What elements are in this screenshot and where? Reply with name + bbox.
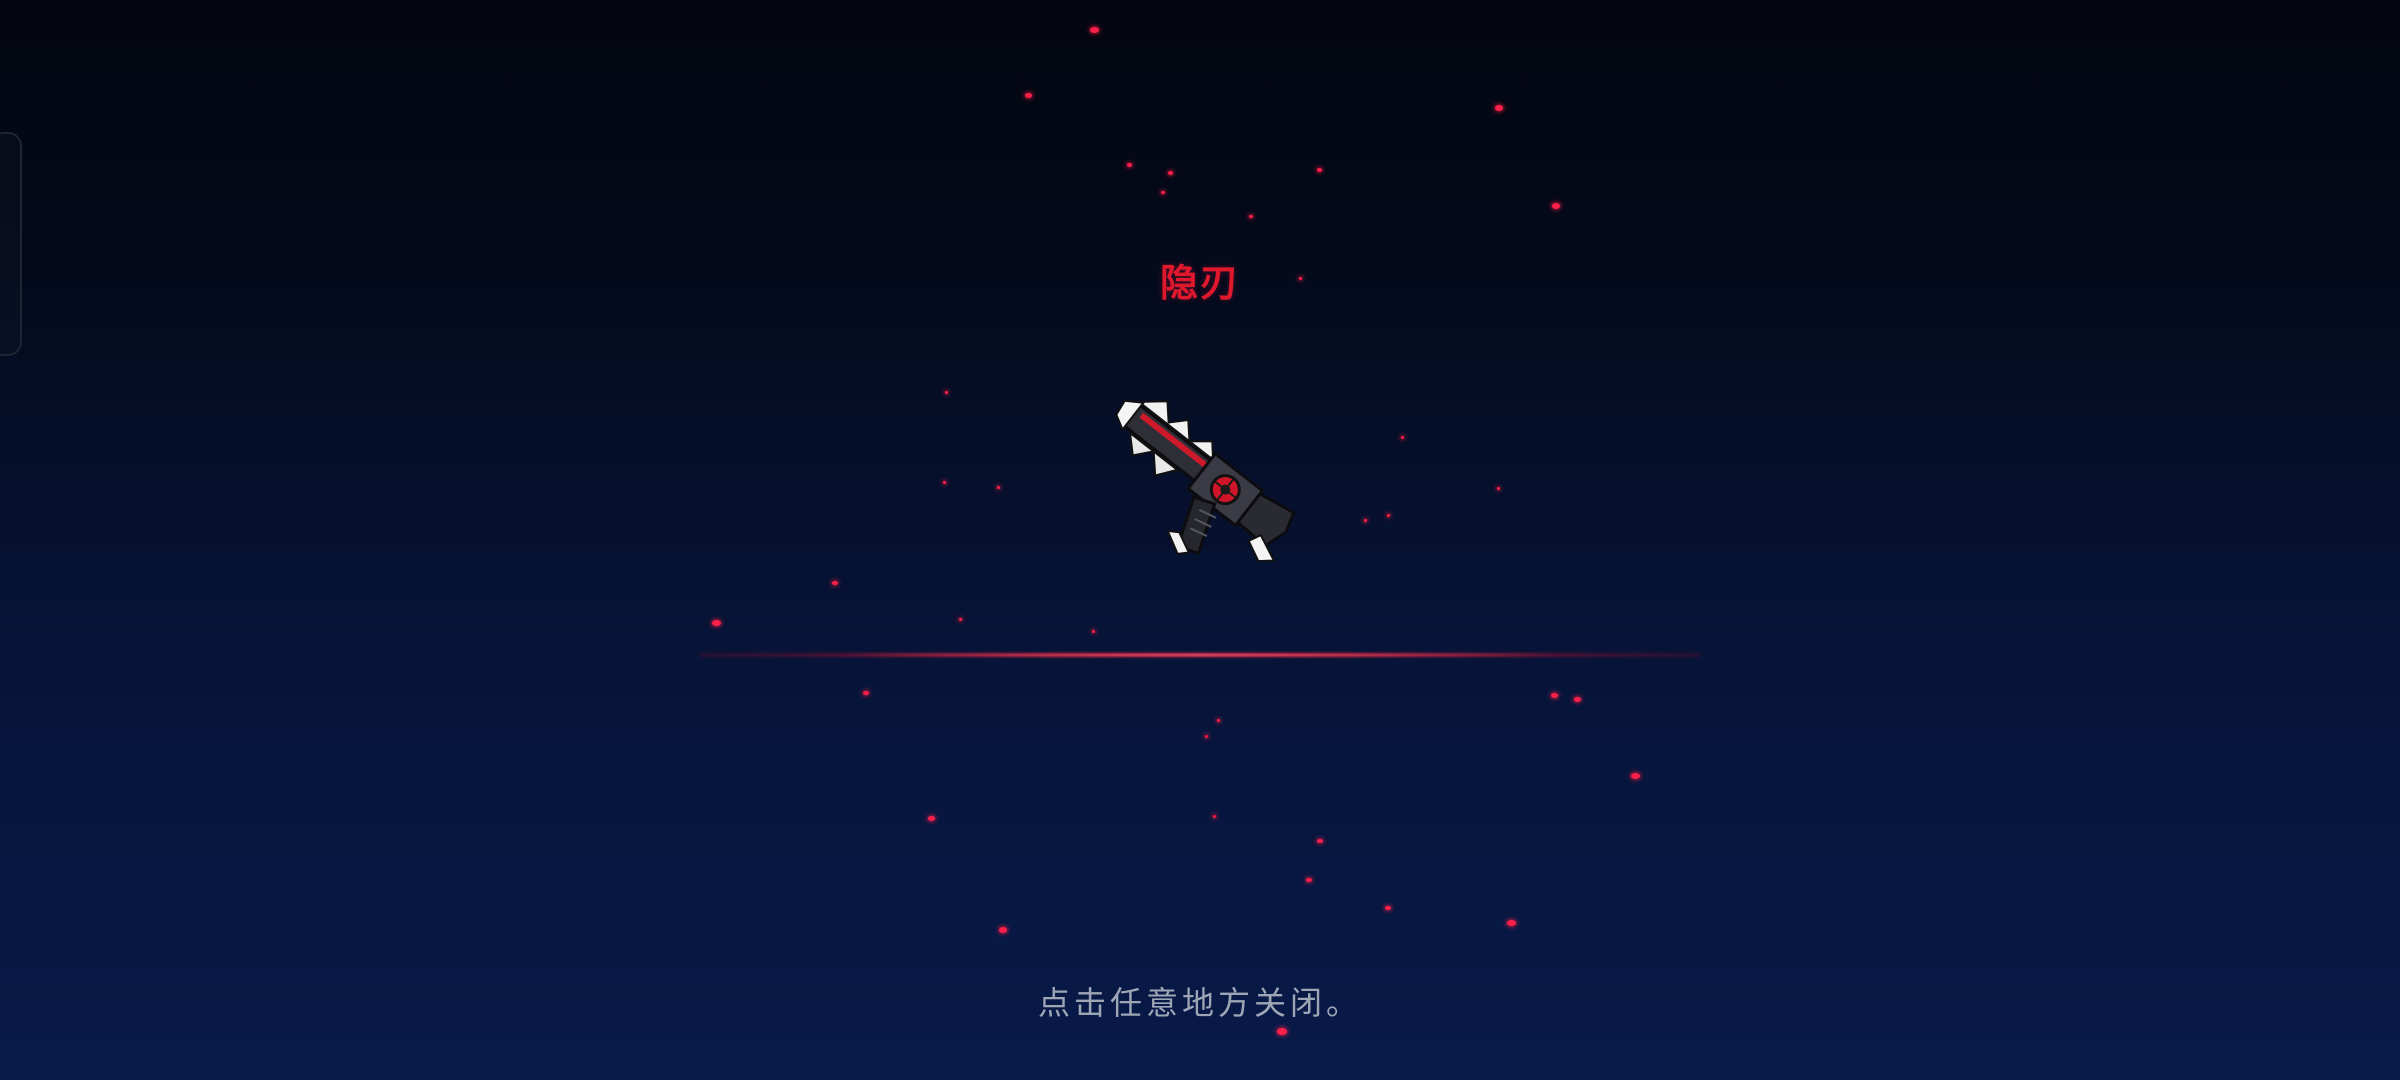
particle xyxy=(1161,190,1165,194)
particle xyxy=(996,486,1000,489)
particle xyxy=(1089,27,1099,33)
weapon-gun-icon xyxy=(1115,399,1296,563)
particle xyxy=(1400,436,1404,439)
particle xyxy=(1550,692,1558,698)
side-edge-handle xyxy=(0,132,22,356)
reward-glow-line xyxy=(700,652,1700,658)
particle xyxy=(942,481,946,484)
particle xyxy=(863,691,869,695)
particle xyxy=(1386,514,1390,517)
particle xyxy=(1496,487,1500,490)
particle xyxy=(1363,519,1367,522)
particle xyxy=(1630,773,1640,779)
particle xyxy=(1573,696,1581,702)
particle xyxy=(1126,163,1132,168)
particle xyxy=(944,391,948,394)
weapon-name-title: 隐刃 xyxy=(1159,261,1240,305)
particle xyxy=(1249,214,1253,218)
particle xyxy=(1317,839,1323,843)
particle xyxy=(958,618,962,621)
particle xyxy=(1204,735,1208,738)
particle xyxy=(1091,630,1095,633)
particle xyxy=(1385,906,1391,910)
particle xyxy=(1212,815,1216,818)
particle xyxy=(1167,171,1173,176)
particle xyxy=(1306,878,1312,882)
particle xyxy=(1216,719,1220,722)
particle xyxy=(1024,92,1032,98)
particle xyxy=(1277,1027,1287,1035)
close-hint-text: 点击任意地方关闭。 xyxy=(1037,984,1362,1022)
particle xyxy=(1506,920,1516,926)
particle xyxy=(927,815,935,821)
particle xyxy=(832,581,838,585)
particle xyxy=(1316,168,1322,173)
particle xyxy=(711,620,721,626)
